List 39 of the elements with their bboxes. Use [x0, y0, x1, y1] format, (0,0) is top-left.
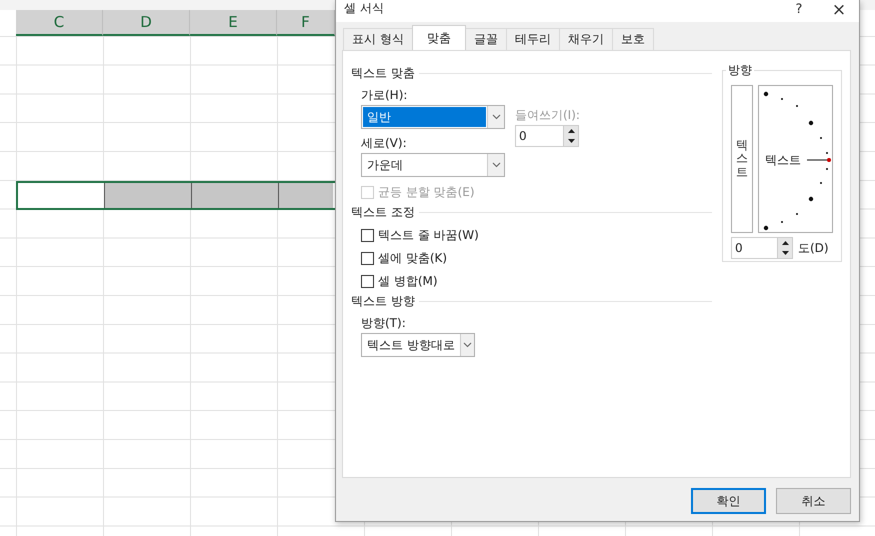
help-button[interactable]: ?: [779, 1, 819, 19]
column-header[interactable]: C: [16, 10, 103, 36]
selected-cell[interactable]: [104, 183, 191, 208]
checkbox-label[interactable]: 텍스트 줄 바꿈(W): [378, 227, 479, 243]
close-button[interactable]: ×: [819, 1, 859, 19]
dialog-button[interactable]: 확인: [691, 488, 766, 514]
checkbox-label[interactable]: 셀 병합(M): [378, 273, 438, 289]
column-header[interactable]: D: [103, 10, 190, 36]
column-header[interactable]: F: [277, 10, 335, 36]
chevron-down-icon: [492, 114, 500, 120]
field-label: 가로(H):: [361, 87, 408, 103]
direction-dropdown[interactable]: 텍스트 방향대로: [361, 333, 475, 357]
field-label: 방향(T):: [361, 315, 407, 331]
vertical-text-option[interactable]: 텍스트: [731, 85, 753, 233]
orientation-dial[interactable]: 텍스트: [758, 85, 833, 233]
vertical-dropdown[interactable]: 가운데: [361, 153, 505, 177]
horizontal-dropdown[interactable]: 일반: [361, 105, 505, 129]
field-label: 세로(V):: [361, 135, 408, 151]
selected-cell[interactable]: [278, 183, 333, 208]
section-title: 텍스트 맞춤: [351, 65, 415, 81]
chevron-down-icon: [492, 162, 500, 168]
tab[interactable]: 맞춤: [412, 25, 466, 50]
chevron-down-icon: [462, 342, 472, 348]
dialog-button[interactable]: 취소: [776, 488, 851, 514]
column-header[interactable]: E: [190, 10, 277, 36]
tab[interactable]: 표시 형식: [343, 28, 413, 50]
selected-cell[interactable]: [191, 183, 278, 208]
field-label: 도(D): [798, 240, 829, 256]
section-title: 방향: [726, 62, 754, 78]
section-title: 텍스트 조정: [351, 204, 415, 220]
window-title: 셀 서식: [344, 1, 384, 15]
tab[interactable]: 보호: [612, 28, 654, 50]
field-label: 들여쓰기(I):: [515, 107, 580, 123]
section-title: 텍스트 방향: [351, 293, 415, 309]
checkbox[interactable]: [361, 252, 374, 264]
dial-label: 텍스트: [765, 153, 801, 167]
checkbox[interactable]: [361, 228, 374, 242]
checkbox-label[interactable]: 셀에 맞춤(K): [378, 250, 448, 266]
checkbox[interactable]: [361, 274, 374, 288]
